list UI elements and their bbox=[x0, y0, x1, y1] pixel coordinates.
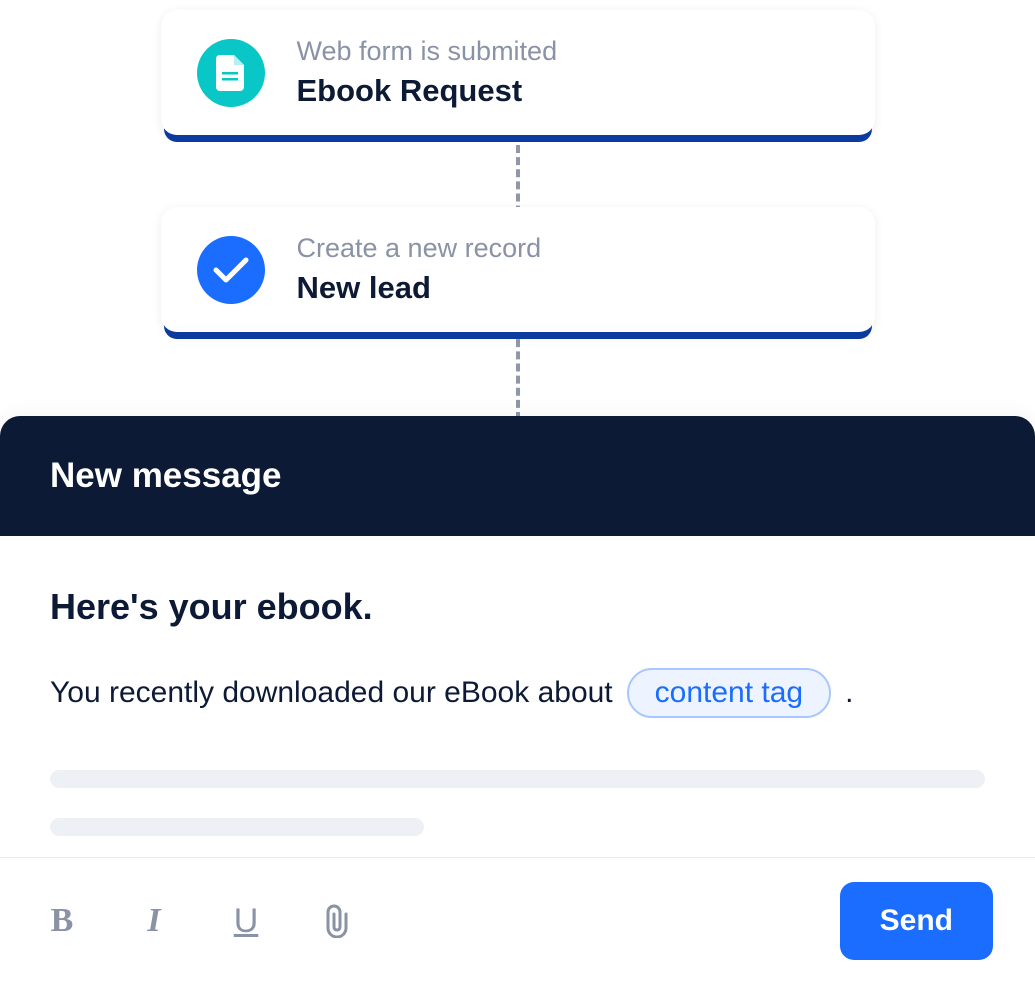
message-toolbar: B I U Send bbox=[0, 857, 1035, 984]
workflow-step-subtitle: Web form is submited bbox=[297, 36, 558, 67]
bold-button[interactable]: B bbox=[42, 901, 82, 941]
workflow-step-form-submitted[interactable]: Web form is submited Ebook Request bbox=[161, 10, 875, 135]
paperclip-icon bbox=[324, 904, 352, 938]
workflow-step-text: Web form is submited Ebook Request bbox=[297, 36, 558, 109]
workflow-container: Web form is submited Ebook Request Creat… bbox=[0, 0, 1035, 332]
italic-button[interactable]: I bbox=[134, 901, 174, 941]
message-content-line: You recently downloaded our eBook about … bbox=[50, 668, 985, 718]
message-header: New message bbox=[0, 416, 1035, 536]
message-body-suffix: . bbox=[845, 676, 853, 710]
workflow-step-text: Create a new record New lead bbox=[297, 233, 542, 306]
workflow-step-title: New lead bbox=[297, 270, 542, 306]
message-body[interactable]: Here's your ebook. You recently download… bbox=[0, 536, 1035, 896]
message-body-text: You recently downloaded our eBook about bbox=[50, 676, 613, 710]
placeholder-line bbox=[50, 770, 985, 788]
underline-button[interactable]: U bbox=[226, 901, 266, 941]
workflow-step-new-lead[interactable]: Create a new record New lead bbox=[161, 207, 875, 332]
workflow-step-subtitle: Create a new record bbox=[297, 233, 542, 264]
formatting-controls: B I U bbox=[42, 901, 358, 941]
attachment-button[interactable] bbox=[318, 901, 358, 941]
workflow-step-title: Ebook Request bbox=[297, 73, 558, 109]
check-icon bbox=[197, 236, 265, 304]
document-icon bbox=[197, 39, 265, 107]
content-tag-chip[interactable]: content tag bbox=[627, 668, 831, 718]
send-button[interactable]: Send bbox=[840, 882, 993, 960]
placeholder-line bbox=[50, 818, 424, 836]
message-composer: New message Here's your ebook. You recen… bbox=[0, 416, 1035, 984]
message-subject: Here's your ebook. bbox=[50, 586, 985, 628]
